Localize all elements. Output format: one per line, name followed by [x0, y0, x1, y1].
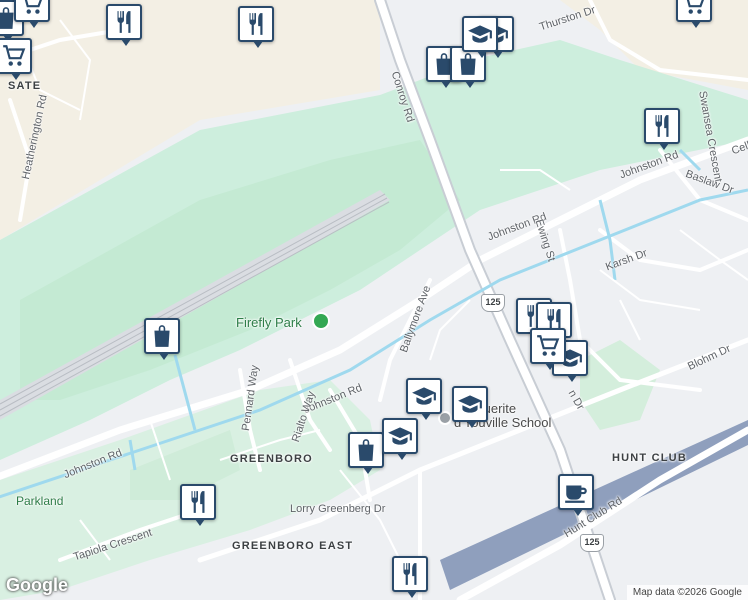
coffee-cup-icon [565, 485, 587, 503]
area-label-parkland: Parkland [16, 494, 64, 508]
restaurant-pin[interactable] [180, 484, 216, 526]
school-pin[interactable] [382, 418, 418, 460]
google-logo: Google [6, 575, 68, 595]
shopping-cart-icon [537, 335, 560, 356]
shopping-cart-icon [24, 0, 42, 14]
fork-knife-icon [655, 115, 669, 137]
fork-knife-icon [117, 11, 131, 33]
grocery-pin[interactable] [14, 0, 50, 28]
shopping-cart-icon [686, 0, 704, 14]
map-canvas[interactable]: HUNT CLUB GREENBORO GREENBORO EAST SATE … [0, 0, 748, 600]
restaurant-pin[interactable] [106, 4, 142, 46]
school-pin[interactable] [462, 16, 498, 58]
fork-knife-icon [249, 13, 263, 35]
shopping-bag-icon [358, 439, 374, 461]
graduation-cap-icon [468, 25, 492, 43]
shop-pin[interactable] [348, 432, 384, 474]
cafe-pin[interactable] [558, 474, 594, 516]
graduation-cap-icon [412, 387, 436, 405]
highway-shield-125: 125 [481, 294, 505, 312]
district-label-greenboro: GREENBORO [230, 453, 313, 465]
district-label-partial: SATE [8, 80, 42, 92]
district-label-greenboro-east: GREENBORO EAST [232, 540, 354, 552]
map-attribution[interactable]: Map data ©2026 Google [626, 585, 748, 600]
shop-pin[interactable] [144, 318, 180, 360]
school-pin[interactable] [406, 378, 442, 420]
park-tree-icon[interactable] [312, 312, 330, 330]
grocery-pin[interactable] [530, 328, 566, 370]
restaurant-pin[interactable] [238, 6, 274, 48]
fork-knife-icon [191, 491, 205, 513]
highway-shield-125: 125 [580, 534, 604, 552]
shopping-cart-icon [3, 45, 26, 66]
grocery-pin[interactable] [0, 38, 32, 80]
restaurant-pin[interactable] [644, 108, 680, 150]
school-pin[interactable] [452, 386, 488, 428]
shopping-bag-icon [154, 325, 170, 347]
graduation-cap-icon [458, 395, 482, 413]
graduation-cap-icon [388, 427, 412, 445]
grocery-pin[interactable] [676, 0, 712, 28]
district-label-hunt-club: HUNT CLUB [612, 452, 687, 464]
restaurant-pin[interactable] [392, 556, 428, 598]
street-label-lorry-greenberg: Lorry Greenberg Dr [290, 503, 386, 515]
park-label: Firefly Park [236, 315, 302, 330]
fork-knife-icon [403, 563, 417, 585]
